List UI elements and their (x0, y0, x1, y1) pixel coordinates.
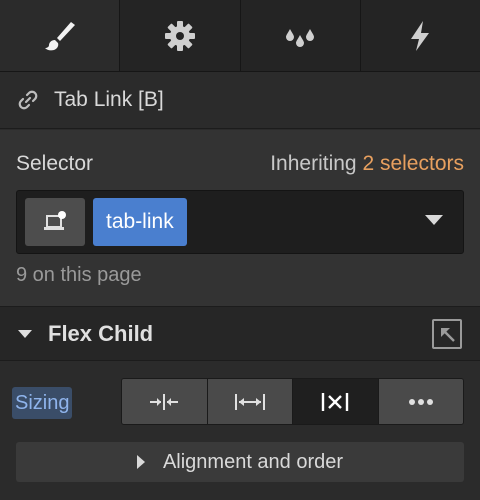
element-title: Tab Link [B] (54, 88, 164, 111)
sizing-label[interactable]: Sizing (12, 387, 73, 419)
selected-element-row: Tab Link [B] (0, 72, 480, 129)
selector-token[interactable]: tab-link (93, 198, 187, 246)
panel-tab-bar (0, 0, 480, 72)
shrink-icon (150, 393, 179, 410)
caret-down-icon (18, 329, 32, 338)
selector-header: Selector Inheriting 2 selectors (16, 152, 464, 176)
selector-section: Selector Inheriting 2 selectors tab-link… (0, 130, 480, 306)
sizing-grow-button[interactable] (207, 379, 293, 424)
caret-right-icon (136, 455, 145, 469)
usage-count: 9 on this page (16, 264, 142, 286)
sizing-none-button[interactable] (293, 379, 379, 424)
element-state-icon (44, 211, 66, 230)
lightning-icon (411, 20, 430, 51)
grow-icon (234, 393, 265, 410)
tab-interactions[interactable] (240, 0, 361, 71)
selector-label: Selector (16, 152, 94, 175)
tab-ecommerce[interactable] (360, 0, 480, 71)
section-title: Flex Child (48, 320, 154, 346)
gear-icon (164, 20, 195, 51)
alignment-order-label: Alignment and order (162, 450, 344, 473)
tab-style[interactable] (0, 0, 121, 71)
inheriting-info: Inheriting 2 selectors (270, 152, 464, 176)
no-shrink-grow-icon (322, 392, 349, 411)
more-icon (408, 398, 433, 405)
link-icon (18, 90, 38, 110)
inheriting-selectors-link[interactable]: 2 selectors (362, 152, 464, 175)
inheriting-text: Inheriting (270, 152, 357, 175)
sizing-more-button[interactable] (378, 379, 463, 424)
state-button[interactable] (25, 198, 85, 246)
expand-arrow-icon[interactable] (432, 319, 462, 349)
drops-icon (286, 28, 315, 47)
alignment-order-toggle[interactable]: Alignment and order (16, 442, 464, 482)
chevron-down-icon[interactable] (425, 215, 443, 225)
sizing-row: Sizing Alignment and order (0, 361, 480, 500)
flex-child-section-header[interactable]: Flex Child (0, 306, 480, 361)
sizing-segmented-control (121, 378, 464, 425)
selector-field[interactable]: tab-link (16, 190, 464, 254)
paintbrush-icon (44, 21, 75, 50)
tab-settings[interactable] (120, 0, 241, 71)
sizing-shrink-button[interactable] (122, 379, 208, 424)
